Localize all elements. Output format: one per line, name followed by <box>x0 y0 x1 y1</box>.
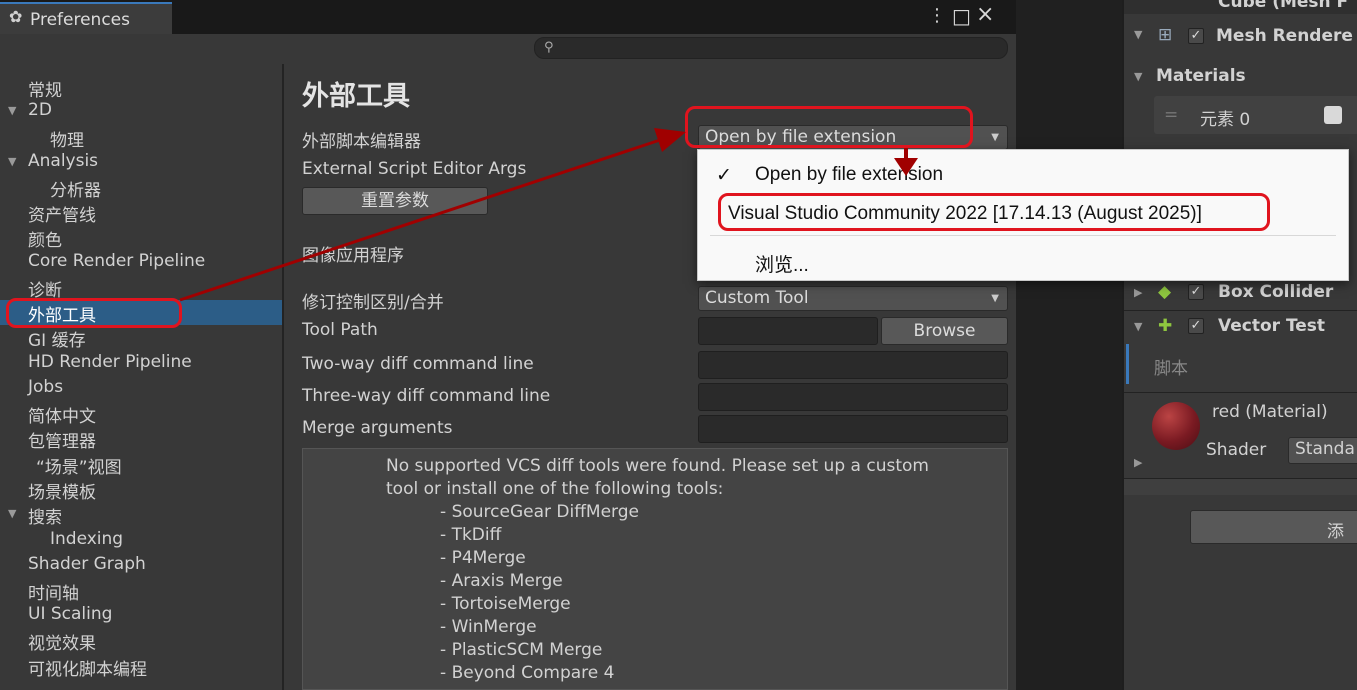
three-way-diff-label: Three-way diff command line <box>302 386 551 406</box>
script-icon: ✚ <box>1158 316 1173 336</box>
expand-arrow-icon[interactable]: ▼ <box>8 507 16 520</box>
sidebar-item-2d[interactable]: 2D <box>28 100 52 120</box>
maximize-icon[interactable]: □ <box>952 4 971 28</box>
search-icon: ⚲ <box>544 40 554 55</box>
drag-handle-icon[interactable]: = <box>1164 105 1178 125</box>
editor-args-label: External Script Editor Args <box>302 159 527 179</box>
two-way-diff-input[interactable] <box>698 351 1008 379</box>
sidebar-item-profiler[interactable]: 分析器 <box>50 176 101 201</box>
two-way-diff-label: Two-way diff command line <box>302 354 534 374</box>
sidebar-item-physics[interactable]: 物理 <box>50 126 84 151</box>
sidebar-item-shader-graph[interactable]: Shader Graph <box>28 554 146 574</box>
browse-button[interactable]: Browse <box>881 317 1008 345</box>
divider <box>1124 478 1357 495</box>
popup-item-open-by-extension[interactable]: Open by file extension <box>755 164 943 186</box>
expand-arrow-icon[interactable]: ▼ <box>1134 70 1142 83</box>
check-icon: ✓ <box>716 165 732 186</box>
mesh-renderer-icon: ⊞ <box>1158 25 1173 45</box>
script-row-marker <box>1126 344 1129 384</box>
sidebar-item-simplified-chinese[interactable]: 简体中文 <box>28 402 96 427</box>
sidebar-item-scene-view[interactable]: “场景”视图 <box>36 453 122 478</box>
expand-arrow-icon[interactable]: ▼ <box>8 155 16 168</box>
expand-arrow-icon[interactable]: ▼ <box>8 104 16 117</box>
tool-path-input[interactable] <box>698 317 878 345</box>
revision-control-dropdown[interactable]: Custom Tool ▼ <box>698 286 1008 311</box>
page-title: 外部工具 <box>302 81 410 112</box>
sidebar-item-timeline[interactable]: 时间轴 <box>28 579 79 604</box>
script-editor-label: 外部脚本编辑器 <box>302 132 421 152</box>
sidebar-item-analysis[interactable]: Analysis <box>28 151 98 171</box>
merge-arguments-label: Merge arguments <box>302 418 453 438</box>
chevron-down-icon: ▼ <box>991 293 999 304</box>
annotation-box-dropdown <box>685 106 973 148</box>
revision-control-value: Custom Tool <box>705 288 809 308</box>
revision-control-label: 修订控制区别/合并 <box>302 293 444 313</box>
preferences-tab[interactable]: ✿ Preferences <box>0 2 172 34</box>
material-preview-sphere <box>1152 402 1200 450</box>
sidebar-item-package-manager[interactable]: 包管理器 <box>28 427 96 452</box>
sidebar-item-jobs[interactable]: Jobs <box>28 377 63 397</box>
sidebar-item-hd-render-pipeline[interactable]: HD Render Pipeline <box>28 352 192 372</box>
sidebar-item-search[interactable]: 搜索 <box>28 503 62 528</box>
vcs-help-message: No supported VCS diff tools were found. … <box>386 456 929 683</box>
tool-path-label: Tool Path <box>302 320 378 340</box>
image-application-label: 图像应用程序 <box>302 246 404 266</box>
box-collider-label: Box Collider <box>1218 282 1334 302</box>
material-name-label: red (Material) <box>1212 402 1328 422</box>
popup-item-browse[interactable]: 浏览... <box>755 250 809 277</box>
sidebar-item-scene-template[interactable]: 场景模板 <box>28 478 96 503</box>
collapse-arrow-icon[interactable]: ▶ <box>1134 286 1142 299</box>
preferences-window: ✿ Preferences ⋮ □ × ⚲ 常规 ▼ 2D 物理 ▼ Analy… <box>0 0 1016 690</box>
cube-mesh-filter-label: Cube (Mesh F <box>1218 0 1349 12</box>
shader-label: Shader <box>1206 440 1267 460</box>
reset-arguments-button[interactable]: 重置参数 <box>302 187 488 215</box>
script-label: 脚本 <box>1154 359 1188 379</box>
sidebar-item-visual-scripting[interactable]: 可视化脚本编程 <box>28 655 147 680</box>
sidebar-item-gi-cache[interactable]: GI 缓存 <box>28 326 86 351</box>
collapse-arrow-icon[interactable]: ▶ <box>1134 456 1142 469</box>
mesh-renderer-label: Mesh Rendere <box>1216 26 1353 46</box>
shader-dropdown[interactable]: Standa <box>1288 437 1357 464</box>
sidebar-item-colors[interactable]: 颜色 <box>28 226 62 251</box>
element-0-label: 元素 0 <box>1200 110 1251 130</box>
vector-test-checkbox[interactable]: ✓ <box>1188 318 1204 334</box>
chevron-down-icon: ▼ <box>991 132 999 143</box>
annotation-box-sidebar <box>6 298 182 328</box>
sidebar-item-asset-pipeline[interactable]: 资产管线 <box>28 201 96 226</box>
divider <box>1124 392 1357 393</box>
expand-arrow-icon[interactable]: ▼ <box>1134 28 1142 41</box>
sidebar-item-indexing[interactable]: Indexing <box>50 529 123 549</box>
sidebar-item-core-render-pipeline[interactable]: Core Render Pipeline <box>28 251 205 271</box>
search-input[interactable] <box>534 37 1008 59</box>
close-icon[interactable]: × <box>976 2 994 27</box>
sidebar-item-general[interactable]: 常规 <box>28 76 62 101</box>
materials-label: Materials <box>1156 66 1246 86</box>
add-component-label: 添 <box>1327 522 1344 542</box>
shader-value: Standa <box>1295 439 1355 459</box>
editor-gap <box>1016 0 1122 690</box>
sidebar-item-visual-effects[interactable]: 视觉效果 <box>28 629 96 654</box>
tab-title: Preferences <box>30 10 130 30</box>
popup-divider <box>710 235 1336 236</box>
divider <box>1124 310 1357 311</box>
mesh-renderer-checkbox[interactable]: ✓ <box>1188 28 1204 44</box>
expand-arrow-icon[interactable]: ▼ <box>1134 320 1142 333</box>
vector-test-label: Vector Test <box>1218 316 1326 336</box>
box-collider-checkbox[interactable]: ✓ <box>1188 284 1204 300</box>
annotation-box-visual-studio <box>718 193 1270 231</box>
gear-icon: ✿ <box>9 7 23 26</box>
sidebar-item-ui-scaling[interactable]: UI Scaling <box>28 604 112 624</box>
three-way-diff-input[interactable] <box>698 383 1008 411</box>
box-collider-icon: ◆ <box>1158 282 1172 302</box>
add-component-button[interactable]: 添 <box>1190 510 1357 544</box>
merge-arguments-input[interactable] <box>698 415 1008 443</box>
object-picker-icon[interactable] <box>1324 106 1342 124</box>
inspector-panel: Cube (Mesh F ▼ ⊞ ✓ Mesh Rendere ▼ Materi… <box>1122 0 1357 690</box>
menu-icon[interactable]: ⋮ <box>928 5 946 26</box>
